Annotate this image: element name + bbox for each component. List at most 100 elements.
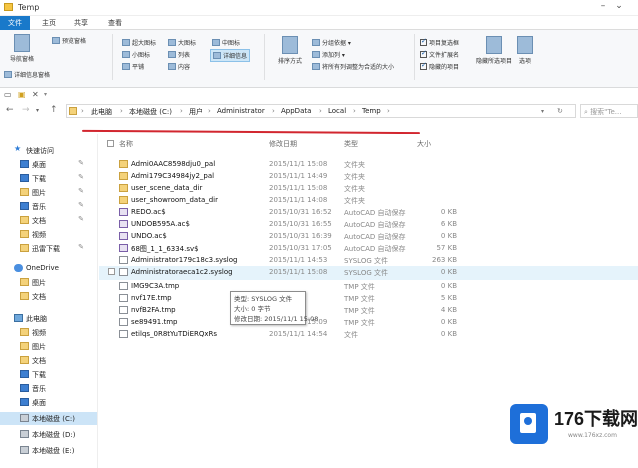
details-pane-button[interactable]: 详细信息窗格 [4,70,50,79]
sidebar-item-music[interactable]: 音乐 ✎ [0,200,97,213]
tab-share[interactable]: 共享 [68,16,94,30]
sidebar-item-drive-c[interactable]: 本地磁盘 (C:) [0,412,97,425]
layout-content[interactable]: 内容 [168,62,190,71]
column-header-size[interactable]: 大小 [417,139,431,149]
table-row[interactable]: Administratoraeca1c2.syslog 2015/11/1 15:… [99,266,638,280]
column-header-name[interactable]: 名称 [119,139,133,149]
chevron-down-icon[interactable]: ▾ [541,108,544,115]
layout-extra-large[interactable]: 超大图标 [122,38,156,47]
sidebar-item-pc-pictures[interactable]: 图片 [0,340,97,353]
sidebar-item-onedrive[interactable]: OneDrive [0,262,97,275]
new-folder-icon[interactable]: ▣ [18,90,26,99]
minimize-icon[interactable]: – [596,1,610,13]
table-row[interactable]: UNDO.ac$ 2015/10/31 16:39 AutoCAD 自动保存 0 KB [99,230,638,242]
document-icon [119,256,128,264]
sidebar-item-label: 桌面 [32,161,46,169]
sidebar-item-drive-d[interactable]: 本地磁盘 (D:) [0,428,97,441]
sidebar-item-pc-downloads[interactable]: 下载 [0,368,97,381]
breadcrumb-users[interactable]: 用户 [189,107,203,117]
layout-small[interactable]: 小图标 [122,50,150,59]
table-row[interactable]: 68图_1_1_6334.sv$ 2015/10/31 17:05 AutoCAD … [99,242,638,254]
sidebar-item-pc-documents[interactable]: 文档 [0,354,97,367]
layout-tiles[interactable]: 平铺 [122,62,144,71]
table-row[interactable]: nvfB2FA.tmp TMP 文件 4 KB [99,304,638,316]
chevron-down-icon[interactable]: ▾ [36,107,39,114]
pin-icon[interactable]: ✎ [78,201,84,209]
fit-columns-button[interactable]: 将所有列调整为合适的大小 [312,62,394,71]
breadcrumb-local-disk[interactable]: 本地磁盘 (C:) [129,107,172,117]
sidebar-item-quick-access[interactable]: ★ 快速访问 [0,144,97,157]
sidebar-item-videos[interactable]: 视频 [0,228,97,241]
chevron-down-icon[interactable]: ▾ [44,91,47,98]
layout-details[interactable]: 详细信息 [210,49,251,62]
column-header-date[interactable]: 修改日期 [269,139,297,149]
sidebar-item-desktop[interactable]: 桌面 ✎ [0,158,97,171]
sidebar-item-pc-music[interactable]: 音乐 [0,382,97,395]
breadcrumb-local[interactable]: Local [328,107,346,115]
forward-icon[interactable]: → [22,105,30,115]
refresh-icon[interactable]: ↻ [557,107,563,115]
sidebar-item-pictures[interactable]: 图片 ✎ [0,186,97,199]
pin-icon[interactable]: ✎ [78,243,84,251]
breadcrumb-temp[interactable]: Temp [362,107,381,115]
group-by-button[interactable]: 分组依据 ▾ [312,38,351,47]
sidebar-item-drive-e[interactable]: 本地磁盘 (E:) [0,444,97,457]
up-icon[interactable]: ↑ [50,105,58,115]
chevron-down-icon[interactable]: ⌄ [612,1,626,13]
layout-list[interactable]: 列表 [168,50,190,59]
pin-icon[interactable]: ✎ [78,173,84,181]
sidebar-item-pc-desktop[interactable]: 桌面 [0,396,97,409]
table-row[interactable]: Administrator179c18c3.syslog 2015/11/1 14… [99,254,638,266]
search-input[interactable]: ⌕ 搜索"Te... [580,104,638,118]
hidden-items-toggle[interactable]: 隐藏的项目 [420,61,459,71]
videos-icon [20,328,29,336]
sidebar-item-downloads[interactable]: 下载 ✎ [0,172,97,185]
table-row[interactable]: REDO.ac$ 2015/10/31 16:52 AutoCAD 自动保存 0 KB [99,206,638,218]
tab-view[interactable]: 查看 [102,16,128,30]
sidebar-item-xunlei-downloads[interactable]: 迅雷下载 ✎ [0,242,97,255]
select-all-checkbox[interactable] [107,140,114,147]
sidebar-item-onedrive-pictures[interactable]: 图片 [0,276,97,289]
table-row[interactable]: Admi179C34984jy2_pal 2015/11/1 14:49 文件夹 [99,170,638,182]
address-bar[interactable]: › 此电脑 › 本地磁盘 (C:) › 用户 › Administrator ›… [66,104,576,118]
file-extensions-toggle[interactable]: 文件扩展名 [420,49,459,59]
nav-pane-button[interactable]: 导航窗格 [4,34,40,63]
table-row[interactable]: se89491.tmp2015/11/1 15:09TMP 文件0 KB [99,316,638,328]
add-columns-button[interactable]: 添加列 ▾ [312,50,345,59]
breadcrumb-administrator[interactable]: Administrator [217,107,265,115]
pin-icon[interactable]: ✎ [78,159,84,167]
sort-by-button[interactable]: 排序方式 [272,36,308,65]
close-icon[interactable]: ✕ [32,90,39,99]
properties-icon[interactable]: ▭ [4,90,12,99]
table-row[interactable]: etilqs_0R8tYuTDiERQxRs 2015/11/1 14:54 文件 0… [99,328,638,340]
sidebar-item-this-pc[interactable]: 此电脑 [0,312,97,325]
breadcrumb-this-pc[interactable]: 此电脑 [91,107,112,117]
table-row[interactable]: user_showroom_data_dir 2015/11/1 14:08 文件夹 [99,194,638,206]
hide-selected-button[interactable]: 隐藏所选项目 [476,36,512,65]
table-row[interactable]: user_scene_data_dir 2015/11/1 15:08 文件夹 [99,182,638,194]
tab-file[interactable]: 文件 [0,16,30,30]
file-date: 2015/10/31 16:39 [269,232,332,240]
sidebar-item-documents[interactable]: 文档 ✎ [0,214,97,227]
options-button[interactable]: 选项 [514,36,536,65]
table-row[interactable]: Admi0AAC8598dju0_pal 2015/11/1 15:08 文件夹 [99,158,638,170]
preview-pane-button[interactable]: 预览窗格 [52,36,86,45]
table-row[interactable]: nvf17E.tmp TMP 文件 5 KB [99,292,638,304]
pin-icon[interactable]: ✎ [78,215,84,223]
back-icon[interactable]: ← [6,105,14,115]
row-checkbox[interactable] [108,268,115,275]
table-row[interactable]: UNDOB595A.ac$ 2015/10/31 16:55 AutoCAD 自动保… [99,218,638,230]
table-row[interactable]: IMG9C3A.tmp TMP 文件 0 KB [99,280,638,292]
pin-icon[interactable]: ✎ [78,187,84,195]
tab-home[interactable]: 主页 [36,16,62,30]
sidebar-item-pc-videos[interactable]: 视频 [0,326,97,339]
breadcrumb-appdata[interactable]: AppData [281,107,311,115]
drive-icon [20,430,29,438]
item-checkboxes-toggle[interactable]: 项目复选框 [420,37,459,47]
chevron-right-icon: › [353,107,356,115]
file-size: 0 KB [440,318,457,326]
sidebar-item-onedrive-documents[interactable]: 文档 [0,290,97,303]
column-header-type[interactable]: 类型 [344,139,358,149]
layout-large[interactable]: 大图标 [168,38,196,47]
layout-medium[interactable]: 中图标 [212,38,240,47]
